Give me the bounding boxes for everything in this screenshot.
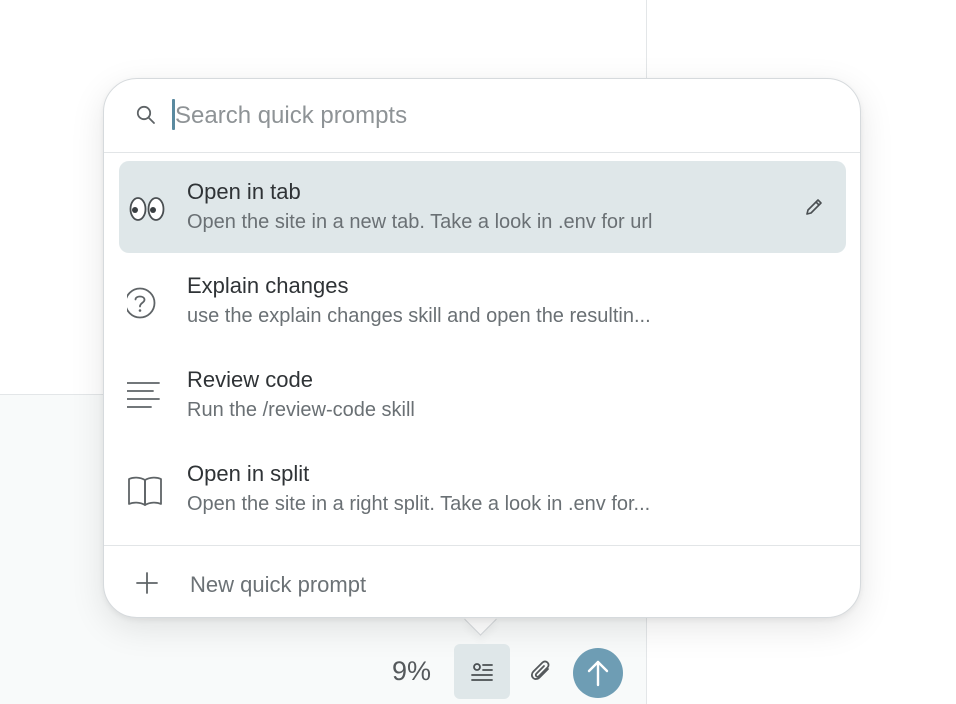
search-icon — [136, 105, 155, 124]
align-left-icon — [127, 382, 160, 408]
plus-icon — [136, 572, 158, 594]
prompt-description: Open the site in a right split. Take a l… — [187, 493, 651, 515]
prompt-title: Open in tab — [187, 179, 301, 204]
eyes-icon — [129, 197, 165, 221]
new-quick-prompt-label: New quick prompt — [190, 572, 367, 597]
prompt-title: Explain changes — [187, 273, 349, 298]
search-input[interactable] — [172, 97, 775, 135]
prompt-description: Run the /review-code skill — [187, 399, 415, 421]
search-row — [104, 79, 860, 153]
arrow-up-icon — [587, 660, 609, 687]
edit-pencil-icon[interactable] — [802, 195, 826, 219]
paperclip-icon[interactable] — [528, 658, 556, 686]
quick-prompts-popover: Open in tab Open the site in a new tab. … — [103, 78, 861, 618]
quick-prompts-button[interactable] — [454, 644, 510, 699]
prompt-description: Open the site in a new tab. Take a look … — [187, 211, 653, 233]
new-quick-prompt-button[interactable]: New quick prompt — [122, 556, 542, 610]
prompt-item-review-code[interactable]: Review code Run the /review-code skill — [119, 349, 846, 441]
prompt-item-explain-changes[interactable]: Explain changes use the explain changes … — [119, 255, 846, 347]
send-button[interactable] — [573, 648, 623, 698]
popover-footer: New quick prompt — [104, 545, 860, 620]
prompt-item-open-in-split[interactable]: Open in split Open the site in a right s… — [119, 443, 846, 535]
prompt-card-icon — [471, 663, 493, 681]
prompt-item-open-in-tab[interactable]: Open in tab Open the site in a new tab. … — [119, 161, 846, 253]
text-caret — [172, 99, 175, 130]
book-icon — [128, 476, 162, 506]
app-window: Open in tab Open the site in a new tab. … — [0, 0, 956, 704]
prompt-title: Review code — [187, 367, 313, 392]
question-circle-icon — [127, 287, 156, 319]
prompt-title: Open in split — [187, 461, 310, 486]
prompt-description: use the explain changes skill and open t… — [187, 305, 651, 327]
context-percent: 9% — [392, 656, 432, 686]
